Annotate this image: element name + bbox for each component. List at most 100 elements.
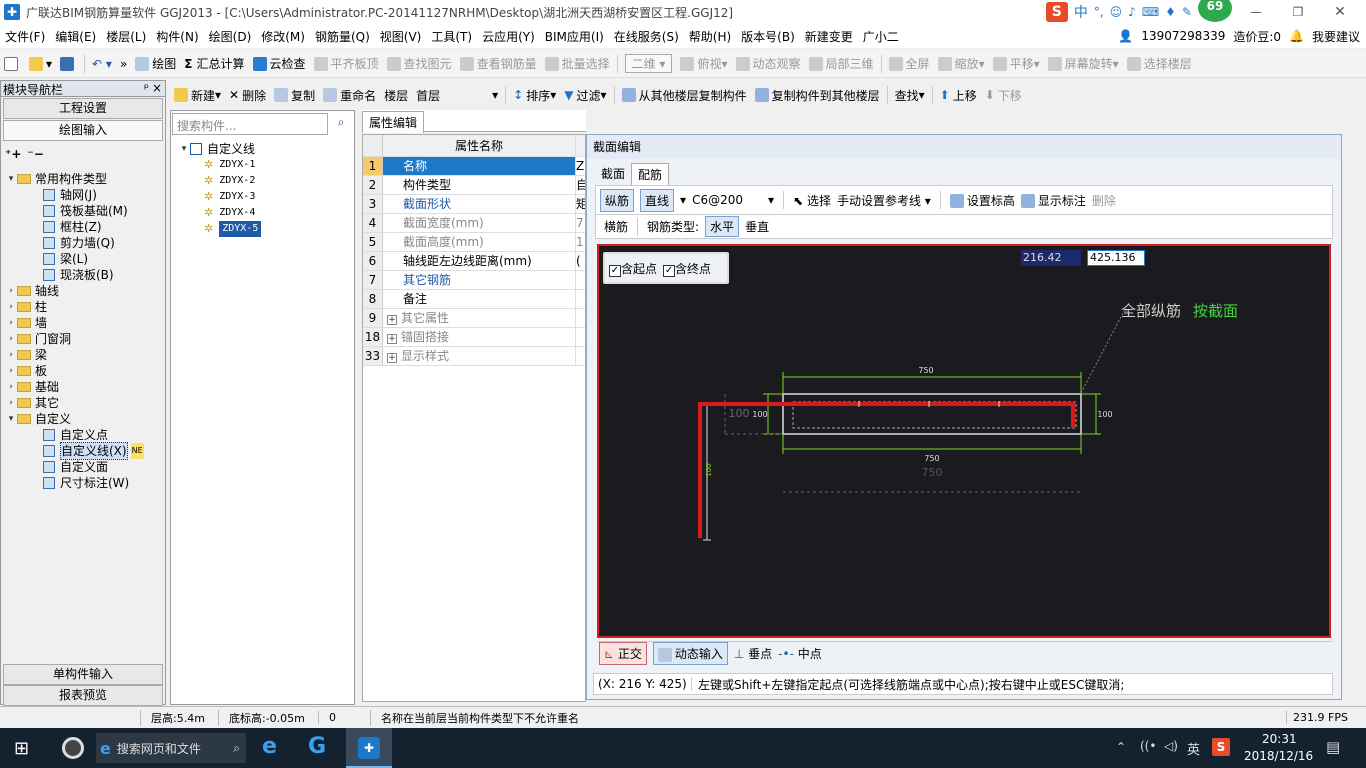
- notification-icon[interactable]: ▤: [1326, 738, 1340, 756]
- batch-select-button[interactable]: 批量选择: [541, 53, 614, 75]
- delete-rebar-button[interactable]: 删除: [1092, 192, 1116, 209]
- menu-item[interactable]: 在线服务(S): [609, 28, 684, 45]
- sum-calc-button[interactable]: Σ 汇总计算: [180, 53, 248, 75]
- open-folder-icon[interactable]: ▾: [25, 53, 56, 75]
- expand-plus-icon[interactable]: +: [387, 334, 397, 344]
- sogou-ime-icon[interactable]: S: [1045, 2, 1068, 22]
- delete-component-button[interactable]: ✕ 删除: [225, 84, 270, 106]
- nav-tree-item[interactable]: 自定义线(X) NE: [3, 442, 163, 460]
- tools-icon[interactable]: ✎: [1182, 5, 1192, 19]
- copy-from-floor-button[interactable]: 从其他楼层复制构件: [618, 84, 751, 106]
- midpoint-button[interactable]: -•- 中点: [778, 645, 822, 662]
- tray-up-chevron-icon[interactable]: ⌃: [1116, 740, 1126, 754]
- nav-tree-item[interactable]: 框柱(Z): [3, 219, 163, 235]
- property-value[interactable]: 自: [576, 176, 585, 194]
- emoji-icon[interactable]: ☺: [1110, 5, 1123, 19]
- sogou-tray-icon[interactable]: S: [1212, 738, 1230, 756]
- skin-icon[interactable]: ♦: [1165, 5, 1176, 19]
- nav-tree-item[interactable]: 自定义点: [3, 427, 163, 443]
- expand-arrow-icon[interactable]: ▾: [5, 171, 17, 187]
- menu-item[interactable]: 修改(M): [256, 28, 310, 45]
- show-mark-button[interactable]: 显示标注: [1020, 192, 1086, 209]
- start-icon[interactable]: ⊞: [14, 738, 29, 759]
- dynamic-input-button[interactable]: 动态输入: [652, 642, 728, 665]
- top-view-button[interactable]: 俯视 ▾: [676, 53, 731, 75]
- menu-item[interactable]: 钢筋量(Q): [310, 28, 375, 45]
- set-elevation-button[interactable]: 设置标高: [949, 192, 1015, 209]
- nav-tree-item[interactable]: › 柱: [3, 299, 163, 315]
- clock-time[interactable]: 20:31: [1262, 732, 1297, 746]
- property-value[interactable]: 1: [576, 233, 585, 251]
- dynamic-view-button[interactable]: 动态观察: [732, 53, 805, 75]
- menu-item[interactable]: 视图(V): [375, 28, 427, 45]
- collapse-arrow-icon[interactable]: ›: [5, 299, 17, 315]
- taskbar-search[interactable]: e 搜索网页和文件 ⌕: [96, 733, 246, 763]
- menu-item[interactable]: 广小二: [858, 28, 904, 45]
- property-row[interactable]: 33 + 显示样式: [363, 347, 585, 366]
- select-button[interactable]: ⬉ 选择: [793, 192, 831, 209]
- tab-property-edit[interactable]: 属性编辑: [362, 111, 425, 133]
- phone-label[interactable]: 13907298339: [1141, 29, 1225, 43]
- ggj-app-icon[interactable]: ✚: [346, 728, 392, 768]
- project-settings-button[interactable]: 工程设置: [3, 98, 163, 119]
- perpendicular-button[interactable]: ⊥ 垂点: [734, 645, 772, 662]
- component-list-item[interactable]: ✲ ZDYX-2: [178, 173, 348, 189]
- property-value[interactable]: [576, 309, 585, 327]
- report-preview-button[interactable]: 报表预览: [3, 685, 163, 706]
- search-button[interactable]: 查找 ▾: [891, 84, 929, 106]
- save-icon[interactable]: [56, 53, 81, 75]
- undo-icon[interactable]: ↶ ▾: [88, 53, 116, 75]
- nav-close-icon[interactable]: ×: [152, 81, 162, 95]
- menu-item[interactable]: 新建变更: [800, 28, 858, 45]
- glodon-icon[interactable]: G: [308, 734, 326, 759]
- tab-rebar[interactable]: 配筋: [631, 163, 670, 185]
- wifi-icon[interactable]: ((•: [1140, 739, 1156, 753]
- filter-button[interactable]: ▼ 过滤 ▾: [560, 84, 610, 106]
- collapse-all-icon[interactable]: ⁻−: [27, 147, 43, 161]
- component-list-item[interactable]: ✲ ZDYX-5: [178, 221, 348, 237]
- nav-tree-item[interactable]: › 梁: [3, 347, 163, 363]
- stirrup-button[interactable]: 横筋: [604, 218, 628, 235]
- horizontal-button[interactable]: 水平: [705, 216, 740, 237]
- property-row[interactable]: 6 轴线距左边线距离(mm) (: [363, 252, 585, 271]
- expand-plus-icon[interactable]: +: [387, 315, 397, 325]
- menu-item[interactable]: 编辑(E): [50, 28, 101, 45]
- copy-to-floor-button[interactable]: 复制构件到其他楼层: [751, 84, 884, 106]
- property-row[interactable]: 8 备注: [363, 290, 585, 309]
- nav-tree-item[interactable]: › 板: [3, 363, 163, 379]
- menu-item[interactable]: 云应用(Y): [477, 28, 540, 45]
- new-component-button[interactable]: 新建 ▾: [170, 84, 225, 106]
- property-row[interactable]: 2 构件类型 自: [363, 176, 585, 195]
- ortho-button[interactable]: ⊾ 正交: [599, 642, 647, 665]
- nav-tree-item[interactable]: › 其它: [3, 395, 163, 411]
- clock-date[interactable]: 2018/12/16: [1244, 749, 1313, 763]
- new-file-icon[interactable]: [0, 53, 25, 75]
- collapse-arrow-icon[interactable]: ›: [5, 283, 17, 299]
- nav-tree-item[interactable]: 轴网(J): [3, 187, 163, 203]
- search-icon[interactable]: ⌕: [331, 115, 351, 133]
- collapse-arrow-icon[interactable]: ›: [5, 379, 17, 395]
- nav-tree-item[interactable]: › 门窗洞: [3, 331, 163, 347]
- keyboard-icon[interactable]: ⌨: [1142, 5, 1159, 19]
- collapse-arrow-icon[interactable]: ›: [5, 315, 17, 331]
- property-value[interactable]: 7: [576, 214, 585, 232]
- suggest-button[interactable]: 我要建议: [1312, 28, 1360, 45]
- longitudinal-button[interactable]: 纵筋: [600, 188, 635, 212]
- property-row[interactable]: 18 + 锚固搭接: [363, 328, 585, 347]
- punctuation-icon[interactable]: °,: [1094, 5, 1104, 19]
- property-value[interactable]: [576, 271, 585, 289]
- voice-icon[interactable]: ♪: [1128, 5, 1136, 19]
- pin-icon[interactable]: ᵖ: [144, 81, 149, 95]
- draw-input-button[interactable]: 绘图输入: [3, 120, 163, 141]
- bell-icon[interactable]: 🔔: [1289, 29, 1304, 43]
- collapse-arrow-icon[interactable]: ›: [5, 395, 17, 411]
- property-row[interactable]: 4 截面宽度(mm) 7: [363, 214, 585, 233]
- view-rebar-button[interactable]: 查看钢筋量: [456, 53, 541, 75]
- collapse-arrow-icon[interactable]: ›: [5, 347, 17, 363]
- browser-360-icon[interactable]: [62, 737, 84, 759]
- fullscreen-button[interactable]: 全屏: [885, 53, 934, 75]
- property-row[interactable]: 3 截面形状 矩: [363, 195, 585, 214]
- tab-section[interactable]: 截面: [595, 163, 631, 185]
- component-list-item[interactable]: ✲ ZDYX-3: [178, 189, 348, 205]
- nav-tree-item[interactable]: › 基础: [3, 379, 163, 395]
